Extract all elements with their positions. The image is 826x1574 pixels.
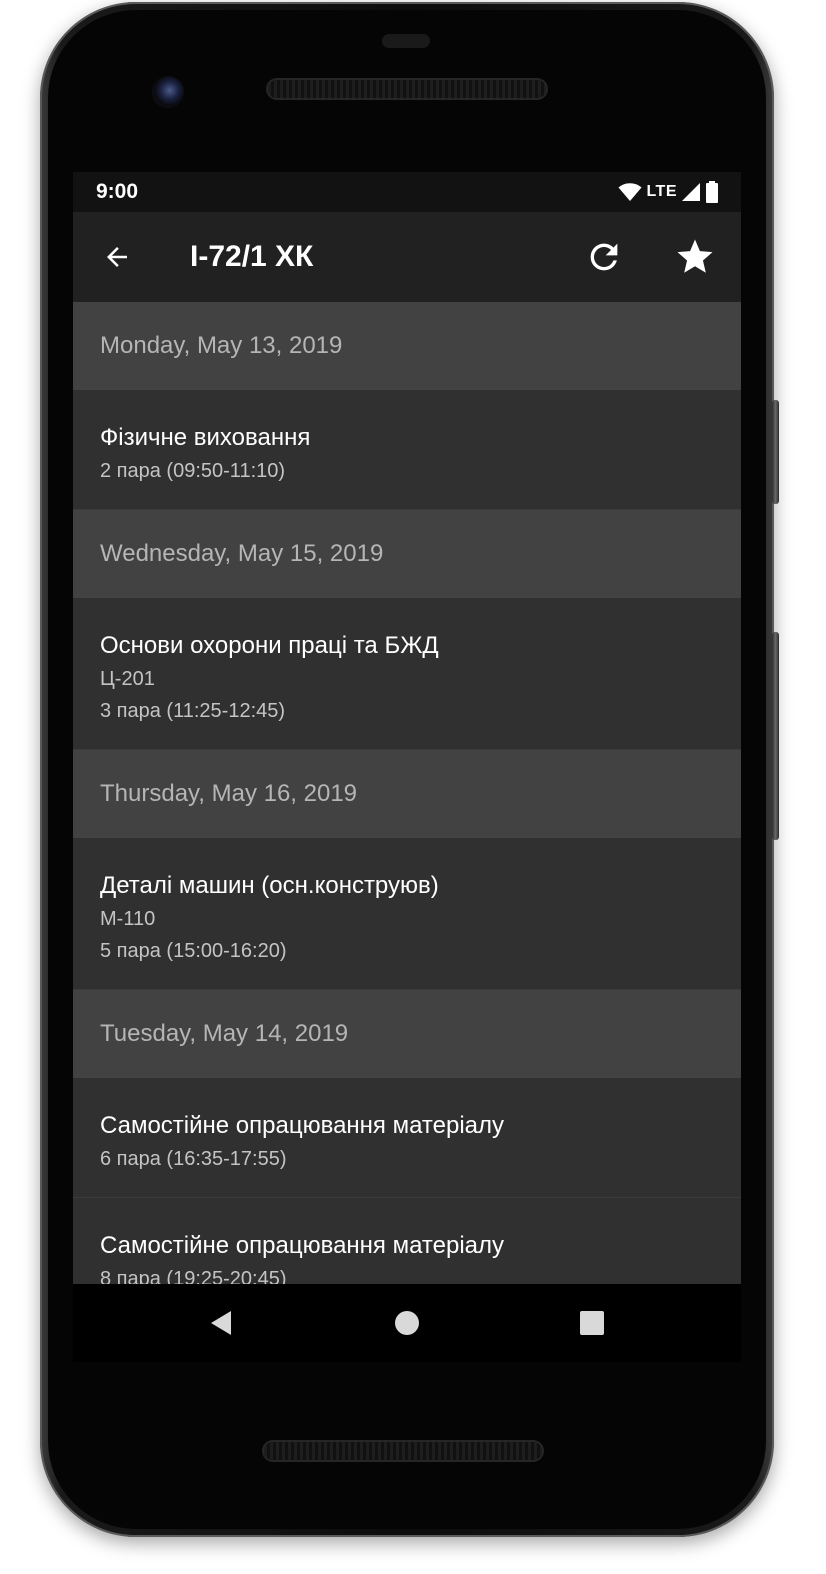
refresh-button[interactable] (580, 233, 628, 281)
lesson-title: Самостійне опрацювання матеріалу (100, 1232, 505, 1259)
day-header: Thursday, May 16, 2019 (73, 750, 741, 838)
lesson-time: 3 пара (11:25-12:45) (100, 700, 286, 722)
top-sensor (382, 34, 430, 48)
lesson-title: Фізичне виховання (100, 424, 311, 451)
status-icons: LTE (618, 180, 719, 204)
nav-recents-icon[interactable] (578, 1309, 606, 1337)
status-time: 9:00 (96, 180, 139, 203)
status-bar: 9:00 LTE (73, 172, 741, 212)
network-type: LTE (646, 183, 677, 200)
page-title: І-72/1 ХК (190, 240, 314, 273)
lesson-item[interactable]: Деталі машин (осн.конструюв) М-110 5 пар… (73, 838, 741, 990)
earpiece-speaker (268, 80, 546, 98)
front-camera (152, 76, 184, 108)
nav-home-icon[interactable] (393, 1309, 421, 1337)
power-button (772, 400, 779, 504)
bottom-speaker (264, 1442, 542, 1460)
lesson-time: 8 пара (19:25-20:45) (100, 1268, 287, 1284)
battery-icon (706, 181, 718, 203)
lesson-title: Самостійне опрацювання матеріалу (100, 1112, 505, 1139)
screen: 9:00 LTE І-72/1 ХК Monday, May 13, 2019 … (73, 172, 741, 1284)
lesson-title: Деталі машин (осн.конструюв) (100, 872, 439, 899)
lesson-time: 5 пара (15:00-16:20) (100, 940, 287, 962)
volume-rocker (772, 632, 779, 840)
day-header: Wednesday, May 15, 2019 (73, 510, 741, 598)
refresh-icon (590, 243, 618, 271)
lesson-time: 6 пара (16:35-17:55) (100, 1148, 287, 1170)
favorite-button[interactable] (671, 233, 719, 281)
wifi-icon (618, 183, 642, 201)
nav-back-icon[interactable] (207, 1309, 235, 1337)
day-header: Monday, May 13, 2019 (73, 302, 741, 390)
lesson-item[interactable]: Самостійне опрацювання матеріалу 8 пара … (73, 1198, 741, 1284)
lesson-item[interactable]: Самостійне опрацювання матеріалу 6 пара … (73, 1078, 741, 1198)
lesson-room: Ц-201 (100, 668, 155, 690)
day-header: Tuesday, May 14, 2019 (73, 990, 741, 1078)
star-icon (677, 239, 713, 273)
lesson-time: 2 пара (09:50-11:10) (100, 460, 286, 482)
signal-icon (682, 183, 700, 201)
arrow-left-icon (107, 247, 127, 267)
lesson-room: М-110 (100, 908, 156, 930)
lesson-title: Основи охорони праці та БЖД (100, 632, 439, 659)
app-bar: І-72/1 ХК (73, 212, 741, 302)
lesson-item[interactable]: Основи охорони праці та БЖД Ц-201 3 пара… (73, 598, 741, 750)
schedule-list: Monday, May 13, 2019 Фізичне виховання 2… (73, 302, 741, 1284)
back-button[interactable] (93, 233, 141, 281)
navigation-bar (73, 1284, 741, 1362)
lesson-item[interactable]: Фізичне виховання 2 пара (09:50-11:10) (73, 390, 741, 510)
